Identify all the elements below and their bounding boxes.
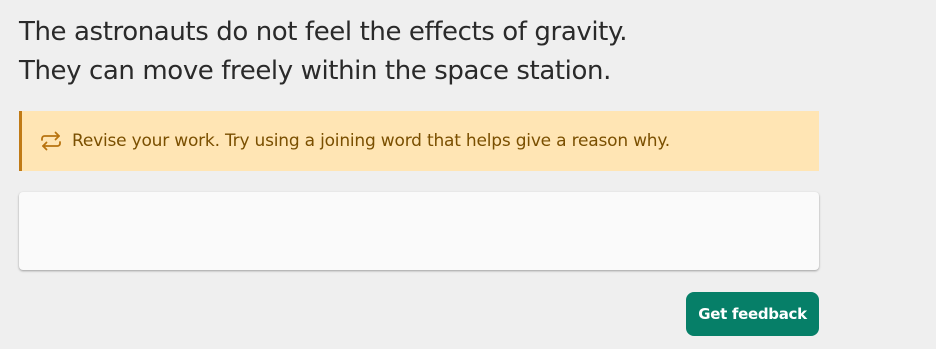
get-feedback-button[interactable]: Get feedback <box>686 292 819 336</box>
feedback-banner: Revise your work. Try using a joining wo… <box>19 111 819 171</box>
prompt-line-1: The astronauts do not feel the effects o… <box>19 17 628 47</box>
response-input[interactable] <box>19 192 819 270</box>
feedback-message: Revise your work. Try using a joining wo… <box>72 131 671 151</box>
prompt-line-2: They can move freely within the space st… <box>19 56 611 86</box>
repeat-arrows-icon <box>39 129 63 153</box>
prompt-text: The astronauts do not feel the effects o… <box>19 13 819 91</box>
